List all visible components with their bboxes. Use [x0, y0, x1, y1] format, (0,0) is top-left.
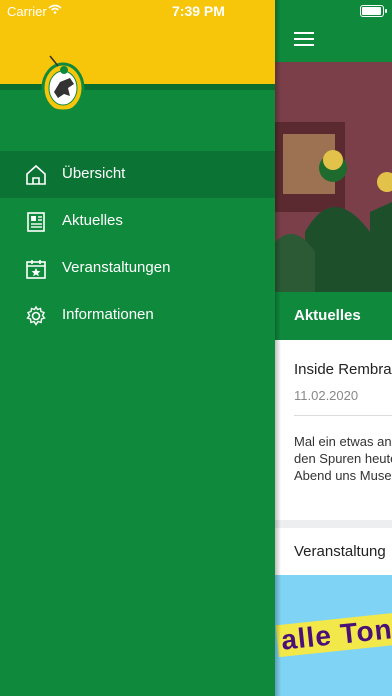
hero-image: [275, 62, 392, 292]
status-time: 7:39 PM: [172, 3, 225, 19]
article-title[interactable]: Inside Rembran: [294, 361, 392, 378]
carrier-label: Carrier: [7, 4, 47, 19]
menu-item-aktuelles[interactable]: Aktuelles: [0, 198, 275, 245]
menu-item-veranstaltungen[interactable]: Veranstaltungen: [0, 245, 275, 292]
news-icon: [27, 212, 45, 232]
status-bar: Carrier 7:39 PM: [0, 0, 392, 22]
wifi-icon: [48, 4, 62, 14]
club-logo: [41, 55, 85, 114]
menu-item-informationen[interactable]: Informationen: [0, 292, 275, 339]
calendar-star-icon: [26, 260, 46, 279]
battery-icon: [360, 5, 387, 17]
article-date: 11.02.2020: [294, 388, 359, 403]
events-title[interactable]: Veranstaltung: [294, 543, 386, 560]
menu-item-label: Veranstaltungen: [62, 259, 171, 276]
event-poster-image[interactable]: alle Ton: [275, 575, 392, 696]
hamburger-menu-icon[interactable]: [294, 32, 314, 46]
menu-item-label: Übersicht: [62, 165, 126, 182]
article-text: Mal ein etwas an Auf den Spuren heute Ab…: [294, 434, 392, 483]
menu-item-label: Informationen: [62, 306, 154, 323]
divider: [294, 415, 392, 416]
home-icon: [26, 164, 46, 185]
section-title: Aktuelles: [294, 307, 361, 324]
main-content: Aktuelles Inside Rembran 11.02.2020 Mal …: [275, 0, 392, 696]
poster-text: alle Ton: [275, 612, 392, 658]
menu-item-uebersicht[interactable]: Übersicht: [0, 151, 275, 198]
menu-item-label: Aktuelles: [62, 212, 123, 229]
drawer-shadow: [275, 0, 281, 696]
navigation-drawer: Übersicht Aktuelles Veranstaltungen Info…: [0, 0, 275, 696]
section-gap: [275, 520, 392, 528]
gear-icon: [26, 305, 46, 326]
section-header-aktuelles: Aktuelles: [275, 292, 392, 340]
drawer-menu: Übersicht Aktuelles Veranstaltungen Info…: [0, 151, 275, 339]
